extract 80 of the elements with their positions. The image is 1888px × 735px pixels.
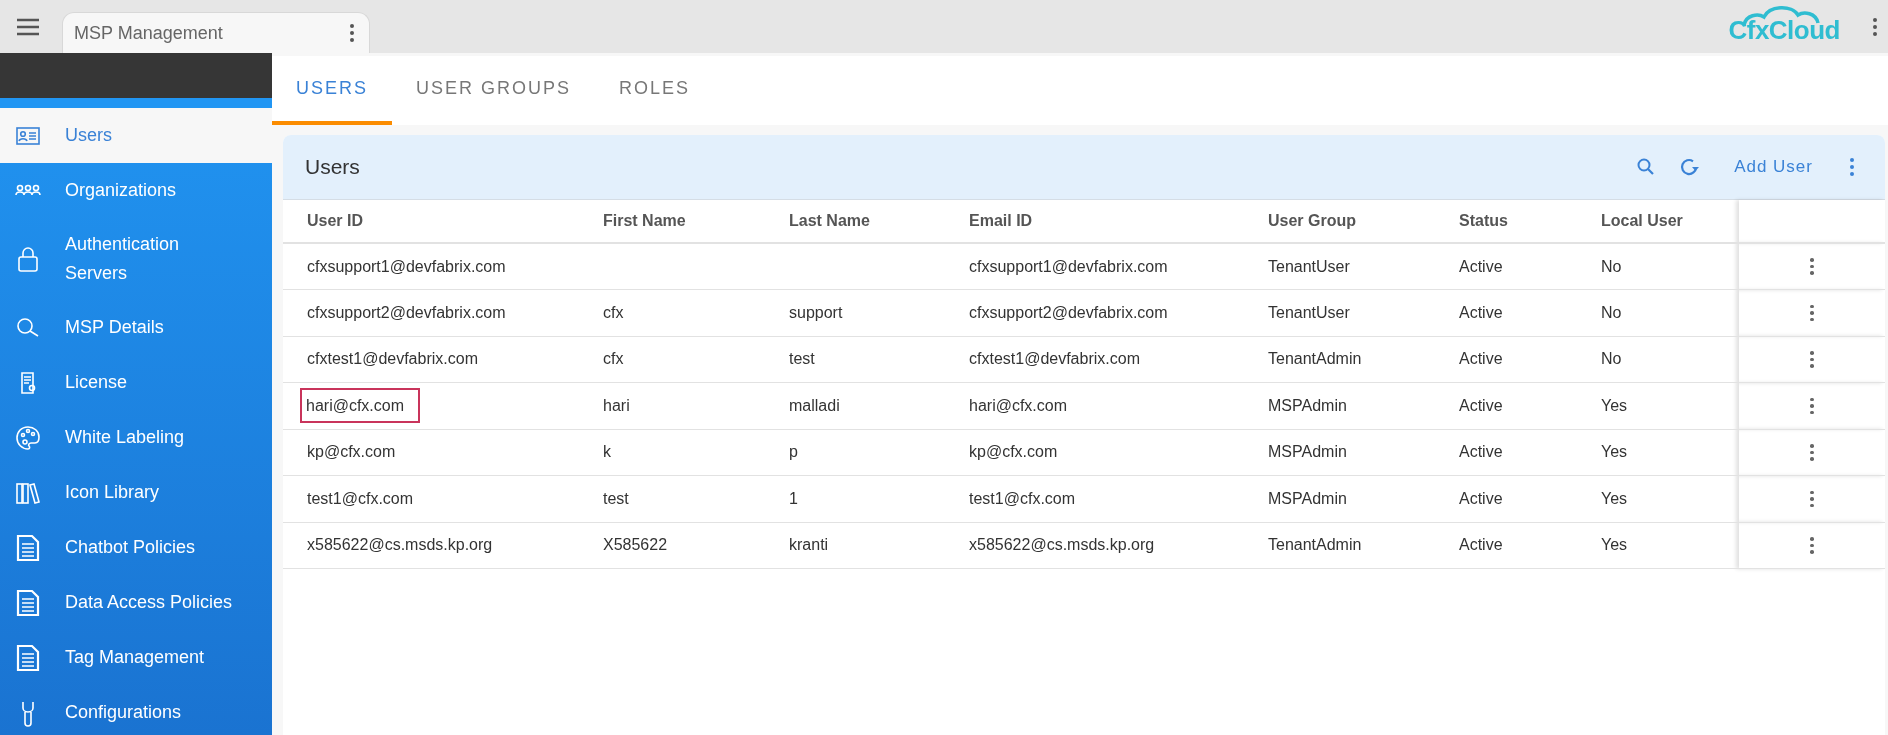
app-tab-title: MSP Management (74, 22, 223, 44)
column-header: Email ID (969, 212, 1033, 229)
menu-icon (16, 17, 40, 36)
table-cell: X585622 (603, 536, 668, 554)
table-cell: MSPAdmin (1268, 443, 1347, 461)
table-cell: x585622@cs.msds.kp.org (969, 536, 1155, 554)
table-cell: Yes (1601, 489, 1628, 507)
table-cell: cfxsupport1@devfabrix.com (307, 257, 506, 275)
table-cell: No (1601, 303, 1622, 321)
table-cell: cfx (603, 350, 624, 368)
column-header: Last Name (789, 212, 870, 229)
table-cell: Active (1459, 536, 1503, 554)
table-cell: MSPAdmin (1268, 396, 1347, 414)
table-cell: Yes (1601, 396, 1628, 414)
table-cell: test1@cfx.com (969, 489, 1076, 507)
table-cell: support (789, 303, 843, 321)
sidebar-item[interactable]: License (0, 355, 272, 410)
document-icon (14, 643, 42, 672)
tab[interactable]: USER GROUPS (392, 56, 596, 125)
sidebar-item[interactable]: MSP Details (0, 300, 272, 355)
table-cell: Active (1459, 303, 1503, 321)
sidebar-item[interactable]: White Labeling (0, 410, 272, 465)
table-cell: hari (603, 396, 630, 414)
table-cell: p (789, 443, 798, 461)
table-cell: Active (1459, 489, 1503, 507)
tab[interactable]: USERS (272, 56, 392, 125)
document-icon (14, 588, 42, 617)
column-header: User Group (1268, 212, 1356, 229)
sidebar-item[interactable]: Configurations (0, 685, 272, 735)
table-cell: cfxsupport1@devfabrix.com (969, 257, 1168, 275)
tab[interactable]: ROLES (595, 56, 715, 125)
table-cell: Active (1459, 257, 1503, 275)
sidebar-item[interactable]: Tag Management (0, 630, 272, 685)
table-cell: kranti (789, 536, 829, 554)
table-cell: Yes (1601, 443, 1628, 461)
refresh-icon (1678, 156, 1701, 178)
sidebar-item[interactable]: Icon Library (0, 465, 272, 520)
column-header: Status (1459, 212, 1508, 229)
column-header: First Name (603, 212, 686, 229)
sidebar-item[interactable]: Chatbot Policies (0, 520, 272, 575)
sidebar-item[interactable]: Authentication Servers (0, 218, 272, 300)
column-header: Local User (1601, 212, 1683, 229)
table-cell: cfx (603, 303, 624, 321)
column-header: User ID (307, 212, 364, 229)
table-cell: TenantUser (1268, 257, 1350, 275)
sidebar-item[interactable]: Data Access Policies (0, 575, 272, 630)
app-tab[interactable]: MSP Management (62, 12, 370, 53)
table-cell: cfxsupport2@devfabrix.com (969, 303, 1168, 321)
table-cell: TenantAdmin (1268, 350, 1362, 368)
table-cell: Active (1459, 350, 1503, 368)
add-user-button[interactable]: Add User (1722, 157, 1825, 177)
palette-icon (14, 423, 42, 452)
table-cell: hari@cfx.com (302, 389, 419, 421)
table-cell: kp@cfx.com (969, 443, 1058, 461)
table-cell: test (603, 489, 629, 507)
table-cell: TenantUser (1268, 303, 1350, 321)
table-cell: hari@cfx.com (969, 396, 1068, 414)
table-cell: Yes (1601, 536, 1628, 554)
table-cell: k (603, 443, 611, 461)
sidebar-item[interactable]: Organizations (0, 163, 272, 218)
table-cell: cfxtest1@devfabrix.com (969, 350, 1140, 368)
sidebar-item[interactable]: Users (0, 108, 272, 163)
logo: CfxCloud (1728, 7, 1840, 46)
table-cell: kp@cfx.com (307, 443, 396, 461)
table-cell: 1 (789, 489, 798, 507)
table-cell: test (789, 350, 815, 368)
table-cell: Active (1459, 396, 1503, 414)
table-cell: TenantAdmin (1268, 536, 1362, 554)
table-cell: cfxsupport2@devfabrix.com (307, 303, 506, 321)
table-cell: x585622@cs.msds.kp.org (307, 536, 493, 554)
card-title: Users (305, 155, 360, 179)
table-cell: No (1601, 257, 1622, 275)
document-icon (14, 533, 42, 562)
table-cell: test1@cfx.com (307, 489, 414, 507)
table-cell: Active (1459, 443, 1503, 461)
table-cell: MSPAdmin (1268, 489, 1347, 507)
refresh-button[interactable] (1678, 156, 1701, 178)
table-cell: No (1601, 350, 1622, 368)
table-cell: cfxtest1@devfabrix.com (307, 350, 478, 368)
table-cell: malladi (789, 396, 840, 414)
